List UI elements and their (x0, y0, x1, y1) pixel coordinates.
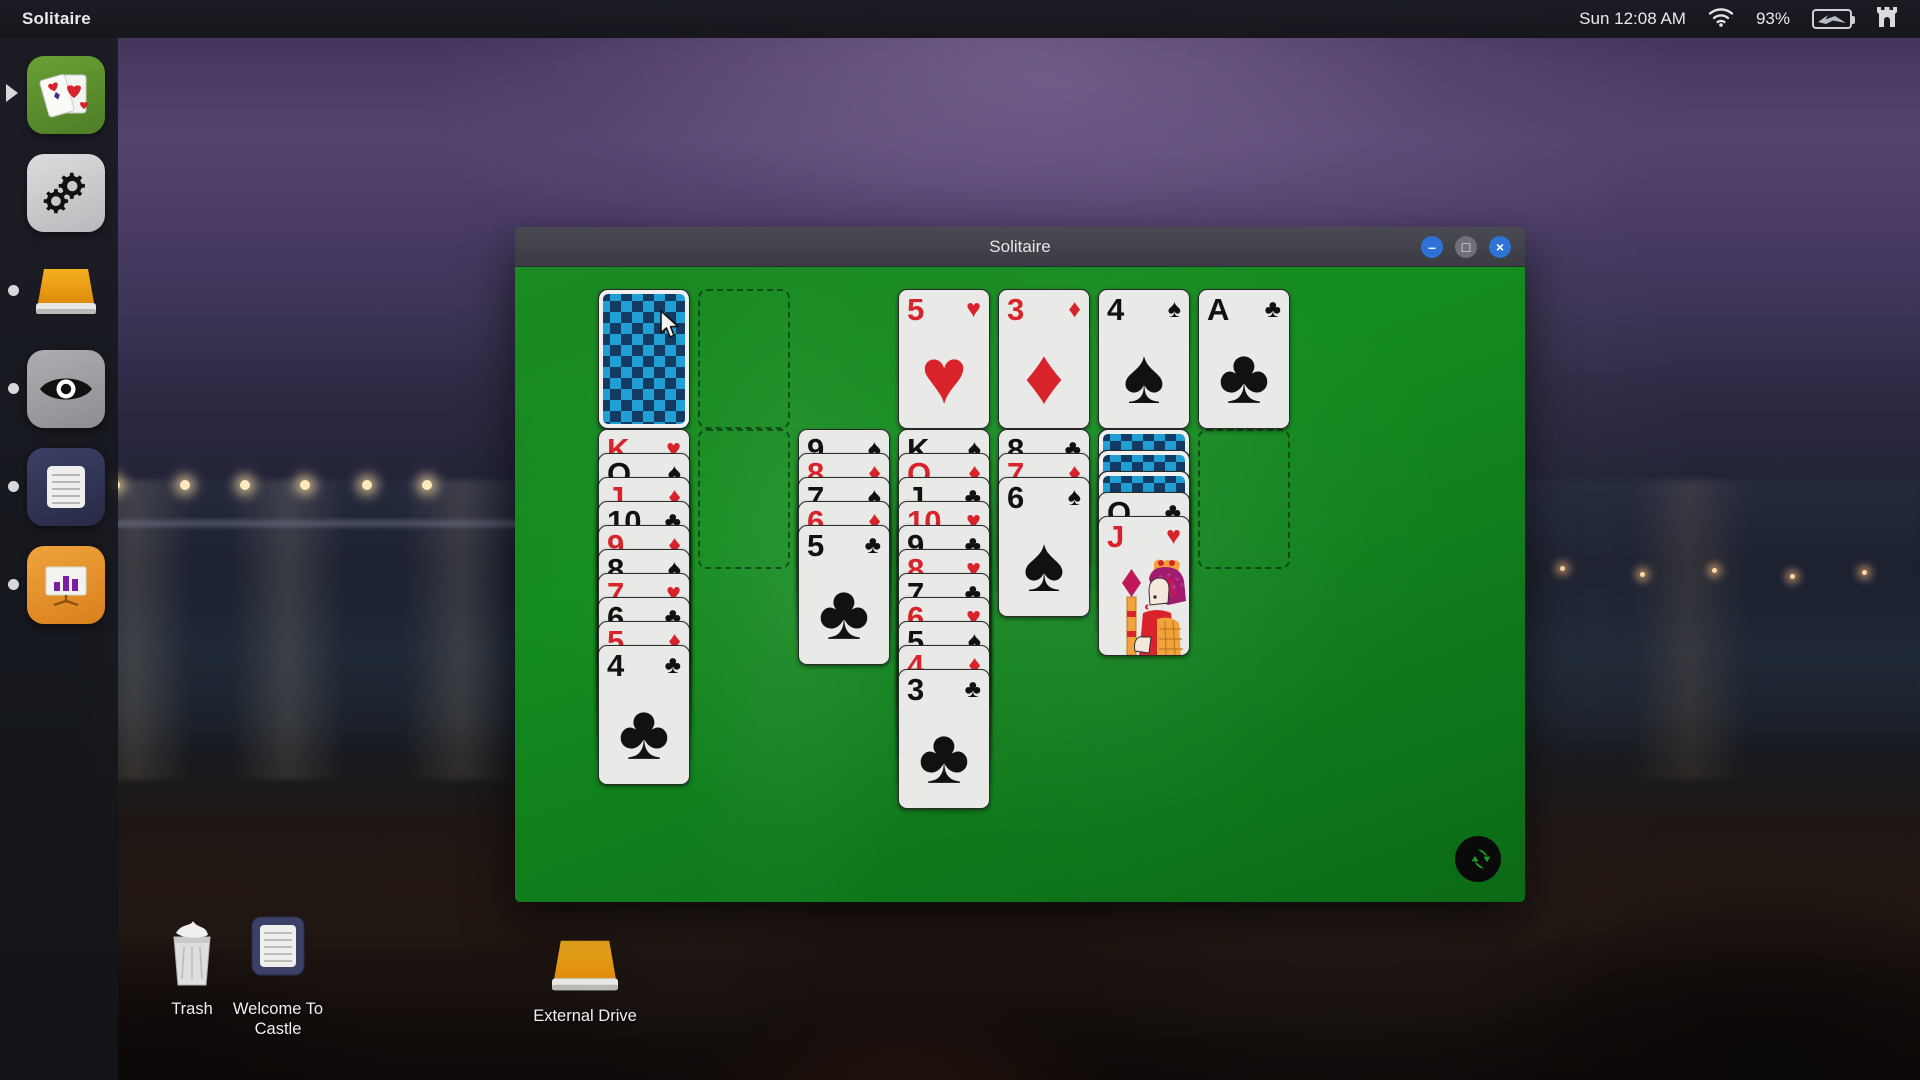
card-rank: 4 (607, 647, 625, 683)
card-rank: J (1107, 518, 1125, 554)
card-center-pip: ♥ (920, 332, 968, 420)
card-center-pip: ♣ (618, 688, 670, 776)
menubar-app-name[interactable]: Solitaire (22, 9, 91, 29)
card-suit-icon: ♣ (664, 650, 681, 679)
column-1-4♣[interactable]: 4 ♣ ♣ (598, 645, 690, 785)
card-rank: 5 (907, 291, 925, 327)
menu-bar: Solitaire Sun 12:08 AM 93% (0, 0, 1920, 38)
card-center-pip: ♣ (1218, 332, 1270, 420)
running-indicator (8, 579, 19, 590)
card-suit-icon: ♠ (1167, 294, 1181, 323)
card-suit-icon: ♥ (966, 294, 981, 323)
dock-item-presentation[interactable] (8, 546, 105, 624)
card-center-pip: ♠ (1023, 520, 1065, 608)
column-6-J♥[interactable]: J ♥ (1098, 516, 1190, 656)
hard-drive-icon (27, 252, 105, 330)
running-indicator-active (6, 84, 18, 102)
close-button[interactable]: × (1489, 235, 1511, 258)
maximize-button[interactable]: □ (1455, 235, 1477, 258)
menubar-clock[interactable]: Sun 12:08 AM (1579, 9, 1686, 29)
minimize-button[interactable]: – (1421, 235, 1443, 258)
card-rank: 5 (807, 527, 825, 563)
waste-pile-empty[interactable] (698, 289, 790, 429)
column-7-empty[interactable] (1198, 429, 1290, 569)
card-suit-icon: ♣ (864, 530, 881, 559)
lined-document-icon (208, 905, 348, 991)
running-indicator (8, 481, 19, 492)
bridge-lights (100, 480, 520, 540)
battery-charging-icon[interactable] (1812, 9, 1855, 29)
hard-drive-icon (515, 912, 655, 998)
running-indicator (8, 285, 19, 296)
dock (0, 38, 118, 1080)
foundation-4♠[interactable]: 4 ♠ ♠ (1098, 289, 1190, 429)
card-rank: 3 (907, 671, 925, 707)
foundation-3♦[interactable]: 3 ♦ ♦ (998, 289, 1090, 429)
playing-cards-icon (27, 56, 105, 134)
dock-item-solitaire[interactable] (6, 56, 105, 134)
eye-icon (27, 350, 105, 428)
card-rank: 3 (1007, 291, 1025, 327)
bar-chart-presentation-icon (27, 546, 105, 624)
stock-pile[interactable] (598, 289, 690, 429)
dock-item-preview[interactable] (8, 350, 105, 428)
dock-item-external-drive[interactable] (8, 252, 105, 330)
gears-icon (27, 154, 105, 232)
solitaire-window: Solitaire – □ × 5♥♥3♦♦4♠♠A♣♣K♥♥Q♠♠J♦♦10♣… (515, 227, 1525, 902)
card-center-pip: ♣ (918, 712, 970, 800)
card-suit-icon: ♣ (1264, 294, 1281, 323)
column-2-empty[interactable] (698, 429, 790, 569)
desktop-icon-welcome-to-castle[interactable]: Welcome To Castle (208, 905, 348, 1039)
dock-item-notes[interactable] (8, 448, 105, 526)
column-5-6♠[interactable]: 6 ♠ ♠ (998, 477, 1090, 617)
jack-face-illustration (1099, 553, 1189, 655)
card-suit-icon: ♣ (964, 674, 981, 703)
card-center-pip: ♣ (818, 568, 870, 656)
card-rank: A (1207, 291, 1230, 327)
foundation-A♣[interactable]: A ♣ ♣ (1198, 289, 1290, 429)
card-rank: 4 (1107, 291, 1125, 327)
lined-document-icon (27, 448, 105, 526)
card-rank: 6 (1007, 479, 1025, 515)
wifi-icon[interactable] (1708, 7, 1734, 32)
column-4-3♣[interactable]: 3 ♣ ♣ (898, 669, 990, 809)
restart-button[interactable] (1455, 836, 1501, 882)
desktop-icon-label: Welcome To Castle (232, 1000, 324, 1038)
card-suit-icon: ♠ (1067, 482, 1081, 511)
card-suit-icon: ♦ (1068, 294, 1081, 323)
window-title: Solitaire (989, 236, 1051, 256)
window-title-bar[interactable]: Solitaire – □ × (515, 227, 1525, 267)
desktop-icon-external-drive[interactable]: External Drive (515, 912, 655, 1026)
running-indicator (8, 383, 19, 394)
battery-percent-label: 93% (1755, 9, 1790, 28)
card-suit-icon: ♥ (1166, 521, 1181, 550)
foundation-5♥[interactable]: 5 ♥ ♥ (898, 289, 990, 429)
column-3-5♣[interactable]: 5 ♣ ♣ (798, 525, 890, 665)
dock-item-settings[interactable] (27, 154, 105, 232)
card-center-pip: ♦ (1024, 332, 1064, 420)
game-felt: 5♥♥3♦♦4♠♠A♣♣K♥♥Q♠♠J♦♦10♣♣9♦♦8♠♠7♥♥6♣♣5♦♦… (515, 267, 1525, 902)
castle-icon[interactable] (1874, 4, 1900, 35)
desktop-icon-label: External Drive (533, 1007, 637, 1025)
card-center-pip: ♠ (1123, 332, 1165, 420)
